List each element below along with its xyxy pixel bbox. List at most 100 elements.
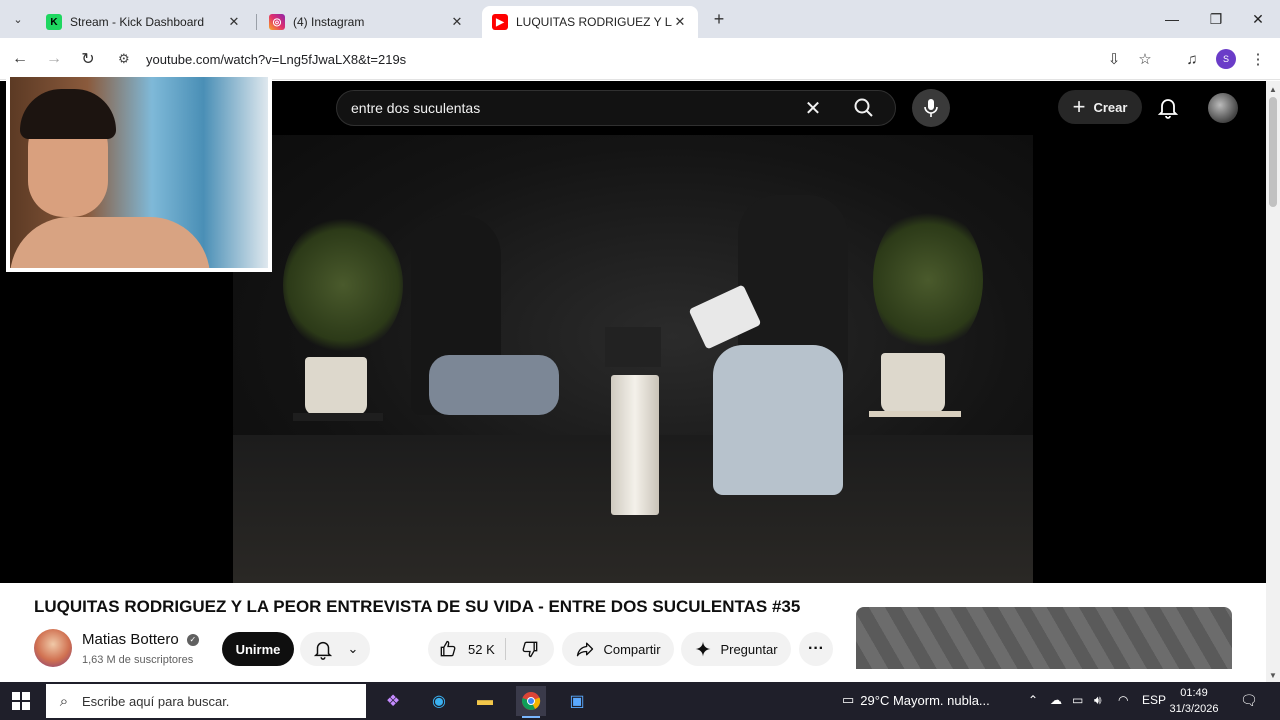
tab-youtube-video[interactable]: ▶ LUQUITAS RODRIGUEZ Y LA PE ✕ bbox=[482, 6, 698, 38]
clear-search-icon[interactable]: ✕ bbox=[793, 96, 833, 121]
video-title: LUQUITAS RODRIGUEZ Y LA PEOR ENTREVISTA … bbox=[34, 597, 801, 616]
youtube-icon: ▶ bbox=[492, 14, 508, 30]
taskbar-search-box[interactable]: ⌕ Escribe aquí para buscar. bbox=[46, 684, 366, 718]
ask-label: Preguntar bbox=[720, 641, 778, 657]
stool-right bbox=[869, 411, 961, 417]
scroll-up-arrow-icon[interactable]: ▲ bbox=[1269, 85, 1277, 94]
clock-date: 31/3/2026 bbox=[1169, 703, 1219, 715]
search-icon bbox=[854, 98, 873, 117]
forward-button[interactable]: → bbox=[42, 47, 66, 71]
thumbs-down-icon bbox=[522, 641, 538, 658]
wifi-icon[interactable]: ◠ bbox=[1118, 693, 1128, 707]
chevron-down-icon: ⌄ bbox=[347, 641, 359, 656]
back-button[interactable]: ← bbox=[8, 47, 32, 71]
restore-button[interactable]: ❐ bbox=[1194, 6, 1238, 32]
dislike-button[interactable] bbox=[506, 639, 554, 659]
channel-name-row[interactable]: Matias Bottero ✓ bbox=[82, 631, 199, 648]
video-frame[interactable] bbox=[233, 135, 1033, 583]
more-actions-button[interactable]: ··· bbox=[799, 632, 833, 666]
plus-icon: + bbox=[1072, 94, 1086, 119]
join-button[interactable]: Unirme bbox=[222, 632, 294, 666]
tab-search-button[interactable]: ⌄ bbox=[6, 7, 30, 31]
tab-kick-dashboard[interactable]: K Stream - Kick Dashboard ✕ bbox=[36, 6, 252, 38]
share-button[interactable]: Compartir bbox=[562, 632, 674, 666]
webcam-person-hair bbox=[20, 89, 116, 139]
tab-instagram[interactable]: ◎ (4) Instagram ✕ bbox=[259, 6, 475, 38]
subscription-notifications-button[interactable]: ⌄ bbox=[300, 632, 370, 666]
scrollbar-thumb[interactable] bbox=[1269, 97, 1277, 207]
battery-icon[interactable]: ▭ bbox=[1072, 693, 1083, 707]
plant-right bbox=[873, 205, 983, 355]
site-info-icon[interactable]: ⚙ bbox=[118, 51, 136, 67]
person-right-jeans bbox=[713, 345, 843, 495]
kick-icon: K bbox=[46, 14, 62, 30]
pedestal bbox=[611, 375, 659, 515]
channel-name[interactable]: Matias Bottero bbox=[82, 631, 179, 648]
edge-browser-icon[interactable]: ◉ bbox=[424, 686, 454, 716]
install-app-icon[interactable]: ⇩ bbox=[1102, 47, 1126, 71]
scroll-down-arrow-icon[interactable]: ▼ bbox=[1269, 671, 1277, 680]
browser-menu-icon[interactable]: ⋮ bbox=[1246, 47, 1270, 71]
page-scrollbar[interactable]: ▲ ▼ bbox=[1266, 81, 1280, 682]
media-controls-icon[interactable]: ♫ bbox=[1180, 47, 1204, 71]
pot-left bbox=[305, 357, 367, 415]
create-button[interactable]: + Crear bbox=[1058, 90, 1142, 124]
person-left-shorts bbox=[429, 355, 559, 415]
recommended-video-thumbnail[interactable] bbox=[856, 607, 1232, 669]
ask-button[interactable]: Preguntar bbox=[681, 632, 791, 666]
weather-widget[interactable]: ▭ 29°C Mayorm. nubla... bbox=[842, 692, 990, 708]
verified-badge-icon: ✓ bbox=[186, 634, 199, 647]
search-input[interactable]: entre dos suculentas bbox=[351, 100, 793, 116]
onedrive-icon[interactable]: ☁ bbox=[1050, 693, 1062, 707]
pot-right bbox=[881, 353, 945, 413]
voice-search-button[interactable] bbox=[912, 89, 950, 127]
close-window-button[interactable]: ✕ bbox=[1236, 6, 1280, 32]
windows-taskbar: ⌕ Escribe aquí para buscar. ❖ ◉ ▬ ▣ ▭ 29… bbox=[0, 682, 1280, 720]
volume-icon[interactable]: 🔊︎ bbox=[1094, 693, 1102, 708]
profile-avatar[interactable]: S bbox=[1216, 49, 1236, 69]
share-icon bbox=[577, 642, 594, 657]
tab-title: LUQUITAS RODRIGUEZ Y LA PE bbox=[516, 15, 672, 29]
notifications-bell-icon[interactable] bbox=[1156, 95, 1180, 119]
webcam-overlay bbox=[6, 73, 272, 272]
stool-left bbox=[293, 413, 383, 421]
tab-title: (4) Instagram bbox=[293, 15, 365, 29]
plant-left bbox=[283, 215, 403, 355]
like-button[interactable]: 52 K bbox=[428, 638, 506, 660]
search-icon: ⌕ bbox=[59, 692, 69, 710]
input-language[interactable]: ESP bbox=[1142, 693, 1166, 707]
file-explorer-icon[interactable]: ▬ bbox=[470, 686, 500, 716]
app-window-icon[interactable]: ▣ bbox=[562, 686, 592, 716]
chrome-browser-icon[interactable] bbox=[516, 686, 546, 718]
share-label: Compartir bbox=[603, 641, 661, 657]
copilot-icon[interactable]: ❖ bbox=[378, 686, 408, 716]
search-button[interactable] bbox=[833, 91, 895, 125]
webcam-feed bbox=[10, 77, 268, 268]
channel-avatar[interactable] bbox=[34, 629, 72, 667]
tab-close-icon[interactable]: ✕ bbox=[449, 14, 465, 30]
bookmark-star-icon[interactable]: ☆ bbox=[1133, 47, 1157, 71]
search-bar[interactable]: entre dos suculentas ✕ bbox=[336, 90, 896, 126]
tab-close-icon[interactable]: ✕ bbox=[226, 14, 242, 30]
url-text: youtube.com/watch?v=Lng5fJwaLX8&t=219s bbox=[146, 51, 407, 67]
clock-time: 01:49 bbox=[1180, 687, 1208, 699]
tab-close-icon[interactable]: ✕ bbox=[672, 14, 688, 30]
reload-button[interactable]: ↻ bbox=[76, 47, 100, 71]
pedestal-objects bbox=[605, 327, 661, 367]
sparkle-icon bbox=[695, 641, 711, 657]
like-count: 52 K bbox=[468, 641, 495, 657]
tab-strip: ⌄ K Stream - Kick Dashboard ✕ ◎ (4) Inst… bbox=[0, 0, 1280, 38]
create-label: Crear bbox=[1093, 99, 1128, 115]
system-clock[interactable]: 01:49 31/3/2026 bbox=[1168, 685, 1220, 717]
windows-start-icon[interactable] bbox=[12, 692, 30, 710]
notification-center-icon[interactable]: 🗨︎ bbox=[1240, 692, 1258, 709]
tab-divider bbox=[256, 14, 257, 30]
account-avatar[interactable] bbox=[1208, 93, 1238, 123]
new-tab-button[interactable]: + bbox=[708, 8, 730, 30]
tray-chevron-up-icon[interactable]: ⌃ bbox=[1028, 693, 1038, 707]
minimize-button[interactable]: — bbox=[1150, 6, 1194, 32]
bell-icon bbox=[313, 641, 332, 660]
weather-text: 29°C Mayorm. nubla... bbox=[860, 692, 990, 708]
address-bar[interactable]: ⚙ youtube.com/watch?v=Lng5fJwaLX8&t=219s bbox=[112, 43, 1172, 75]
microphone-icon bbox=[924, 99, 938, 117]
